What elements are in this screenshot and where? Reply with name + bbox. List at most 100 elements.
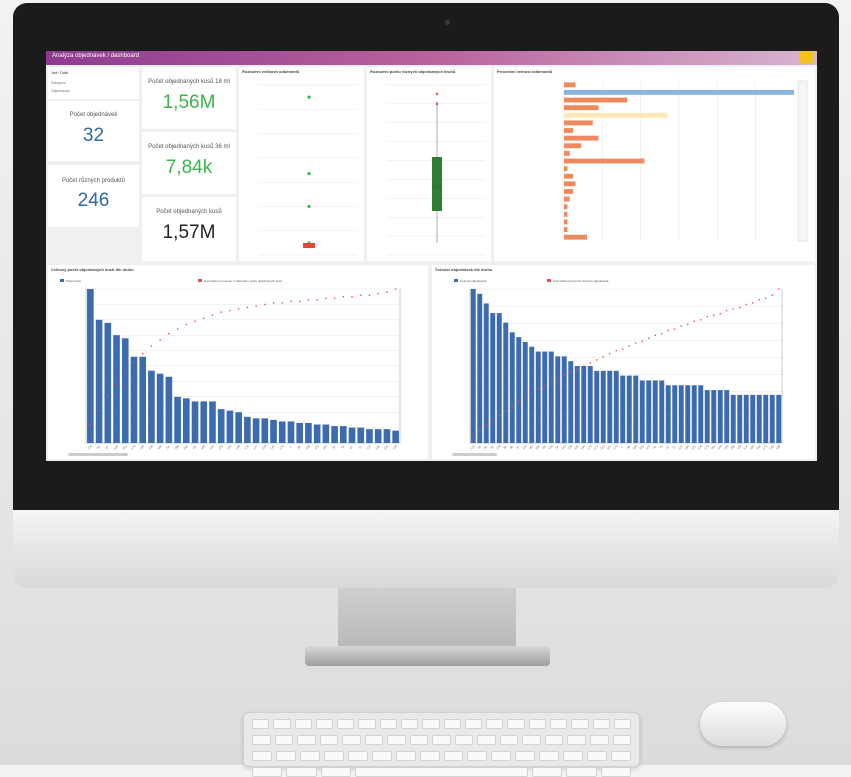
pareto-right-chart: 113 69 91 82 278 88 96 97 115 161 162 69 100 54 183 225… [469, 288, 783, 451]
x-tick-label: 278 [495, 444, 502, 451]
bar [217, 409, 225, 443]
x-tick-label: 170 [612, 444, 619, 451]
bar [652, 380, 658, 443]
cumulative-point [758, 298, 761, 301]
x-tick-label: 190 [775, 444, 782, 451]
cumulative-point [680, 325, 683, 327]
bar [287, 421, 295, 443]
x-tick-label: 178 [130, 444, 137, 451]
boxplot-panel: Rozložení počtu různých objednaných druh… [367, 67, 491, 261]
x-tick-label: 98 [296, 444, 301, 449]
cumulative-point [563, 374, 566, 377]
bar [542, 351, 548, 443]
x-tick-label: 75 [340, 444, 345, 449]
cumulative-point [673, 328, 676, 330]
x-tick-label: 208 [174, 444, 181, 451]
bar [620, 375, 626, 443]
x-tick-label: 97 [515, 444, 520, 449]
cumulative-point [168, 332, 170, 335]
bar [769, 394, 775, 443]
x-tick-label: 115 [521, 444, 527, 450]
cumulative-point [298, 300, 301, 303]
x-tick-label: 57 [665, 444, 670, 449]
filter-item[interactable]: Jiné / Další [51, 71, 68, 75]
bar [717, 390, 723, 443]
x-tick-label: 147 [270, 444, 277, 451]
cumulative-point [543, 385, 546, 387]
bar [113, 335, 120, 443]
bar [564, 82, 576, 88]
cumulative-point [602, 355, 605, 358]
scrollbar[interactable] [68, 453, 128, 456]
bar [587, 366, 593, 443]
cumulative-point [307, 298, 310, 301]
bar [522, 341, 528, 443]
cumulative-point [621, 348, 624, 350]
cumulative-point [141, 352, 144, 355]
x-tick-label: 91 [483, 444, 488, 449]
bar [496, 313, 502, 443]
filter-item[interactable]: Kategorie [51, 81, 66, 85]
bar [564, 211, 568, 217]
x-tick-label: 120 [392, 444, 399, 451]
cumulative-point [699, 319, 702, 321]
bar [564, 196, 570, 202]
bar [659, 380, 665, 443]
bar [139, 356, 147, 443]
x-tick-label: 82 [489, 444, 494, 449]
bar [477, 293, 483, 443]
x-tick-label: 188 [156, 444, 163, 451]
cumulative-point [333, 297, 336, 300]
cumulative-point [556, 377, 559, 380]
cumulative-point [472, 436, 475, 438]
bar [730, 394, 736, 443]
bar [104, 322, 112, 443]
mouse [700, 702, 786, 746]
x-tick-label: 54 [166, 444, 171, 449]
bar [564, 128, 574, 133]
cumulative-point [159, 339, 161, 341]
bar [261, 418, 269, 443]
bar [711, 390, 717, 443]
cumulative-point [229, 309, 231, 312]
cumulative-point [386, 291, 388, 293]
bar [296, 422, 304, 443]
bar [564, 150, 570, 156]
kpi-value: 246 [77, 190, 110, 211]
x-tick-label: 101 [313, 444, 320, 451]
cumulative-point [89, 423, 92, 426]
cumulative-point [107, 396, 109, 398]
cumulative-point [660, 332, 663, 335]
bar [561, 356, 567, 443]
bar [244, 416, 251, 443]
bar [156, 373, 164, 443]
x-tick-label: 155 [305, 444, 312, 451]
outlier-point [435, 102, 439, 106]
bar [331, 426, 338, 443]
kpi-qty-36ml: Počet objednaných kusů 36 ml 7,84k [142, 132, 236, 194]
filter-item[interactable]: Objednávky [51, 89, 69, 93]
bar [564, 181, 576, 187]
cumulative-point [530, 392, 533, 395]
bar [191, 401, 199, 443]
cumulative-point [719, 312, 722, 315]
x-tick-label: 107 [645, 444, 652, 451]
x-tick-label: 176 [243, 444, 250, 451]
cumulative-point [377, 292, 379, 295]
bar [470, 289, 476, 443]
x-tick-label: 1 [620, 445, 624, 449]
cumulative-point [595, 359, 598, 361]
x-tick-label: 97 [105, 444, 110, 449]
x-tick-label: 42 [331, 444, 336, 449]
bar [200, 401, 208, 443]
box [432, 157, 442, 211]
scrollbar[interactable] [452, 453, 497, 456]
cumulative-point [693, 320, 696, 323]
bar [535, 351, 541, 443]
bar [564, 97, 628, 103]
cumulative-point [732, 308, 735, 310]
x-tick-label: 180 [148, 444, 155, 451]
cumulative-point [272, 302, 275, 304]
bar [182, 398, 190, 443]
x-tick-label: 192 [139, 444, 146, 451]
